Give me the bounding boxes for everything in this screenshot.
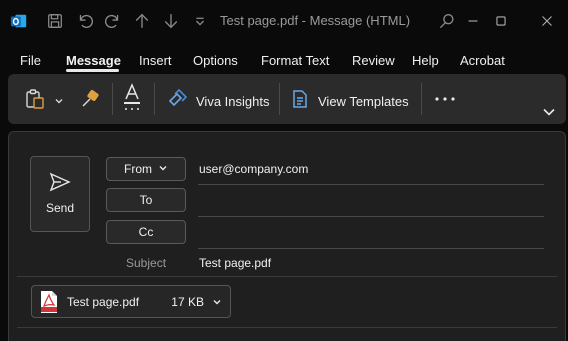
font-color-icon: [121, 82, 143, 117]
ribbon-separator: [112, 83, 113, 115]
chevron-down-icon[interactable]: [212, 297, 222, 307]
chevron-down-icon: [158, 162, 168, 176]
to-button[interactable]: To: [106, 188, 186, 212]
up-arrow-icon[interactable]: [131, 10, 153, 32]
ribbon-separator: [154, 83, 155, 115]
customize-qat-icon[interactable]: [189, 10, 211, 32]
close-icon[interactable]: [536, 10, 558, 32]
more-icon: [434, 92, 456, 110]
more-commands-button[interactable]: [434, 92, 456, 110]
menu-options[interactable]: Options: [193, 53, 238, 68]
menu-file[interactable]: File: [20, 53, 41, 68]
paste-button[interactable]: [24, 88, 46, 115]
attachment-card[interactable]: Test page.pdf 17 KB: [31, 285, 231, 318]
menu-format-text[interactable]: Format Text: [261, 53, 329, 68]
save-icon[interactable]: [44, 10, 66, 32]
menu-review[interactable]: Review: [352, 53, 395, 68]
undo-icon[interactable]: [74, 10, 96, 32]
view-templates-label: View Templates: [318, 94, 409, 109]
attachment-name: Test page.pdf: [67, 294, 140, 309]
cc-field[interactable]: [198, 248, 544, 249]
menu-message[interactable]: Message: [66, 53, 121, 68]
viva-insights-label: Viva Insights: [196, 94, 270, 109]
chevron-down-icon: [542, 104, 556, 122]
compose-pane: Send From user@company.com To Cc Subject…: [8, 131, 566, 341]
menu-help[interactable]: Help: [412, 53, 439, 68]
cc-label: Cc: [138, 225, 154, 239]
ribbon: Viva Insights View Templates: [8, 74, 566, 124]
subject-label: Subject: [126, 256, 167, 270]
maximize-icon[interactable]: [490, 10, 512, 32]
from-button[interactable]: From: [106, 157, 186, 181]
attachment-size: 17 KB: [171, 294, 204, 309]
title-bar: Test page.pdf - Message (HTML): [0, 0, 568, 44]
down-arrow-icon[interactable]: [160, 10, 182, 32]
templates-icon: [290, 88, 310, 115]
format-painter-icon: [80, 89, 100, 114]
send-button[interactable]: Send: [30, 156, 90, 232]
menu-acrobat[interactable]: Acrobat: [460, 53, 505, 68]
outlook-app-icon: [8, 10, 30, 32]
from-field-underline: [198, 184, 544, 185]
pdf-file-icon: [39, 290, 59, 314]
header-divider: [17, 276, 557, 277]
search-icon[interactable]: [436, 10, 458, 32]
menu-insert[interactable]: Insert: [139, 53, 172, 68]
active-tab-indicator: [66, 69, 119, 72]
ribbon-separator: [279, 83, 280, 115]
format-painter-button[interactable]: [80, 89, 100, 114]
viva-insights-button[interactable]: Viva Insights: [166, 88, 269, 115]
send-icon: [49, 172, 71, 192]
font-color-button[interactable]: [121, 82, 143, 117]
expand-ribbon-button[interactable]: [542, 104, 556, 122]
chevron-down-icon: [54, 93, 64, 111]
minimize-icon[interactable]: [462, 10, 484, 32]
from-label: From: [124, 162, 152, 176]
cc-button[interactable]: Cc: [106, 220, 186, 244]
send-label: Send: [45, 201, 75, 215]
to-label: To: [139, 193, 153, 207]
viva-insights-icon: [166, 88, 188, 115]
subject-field[interactable]: Test page.pdf: [199, 256, 271, 270]
paste-options-dropdown[interactable]: [54, 93, 64, 111]
to-field[interactable]: [198, 216, 544, 217]
paste-icon: [24, 88, 46, 115]
from-field[interactable]: user@company.com: [199, 162, 308, 176]
redo-icon[interactable]: [102, 10, 124, 32]
view-templates-button[interactable]: View Templates: [290, 88, 409, 115]
ribbon-separator: [421, 83, 422, 115]
body-divider: [17, 327, 557, 328]
window-title: Test page.pdf - Message (HTML): [220, 13, 411, 28]
